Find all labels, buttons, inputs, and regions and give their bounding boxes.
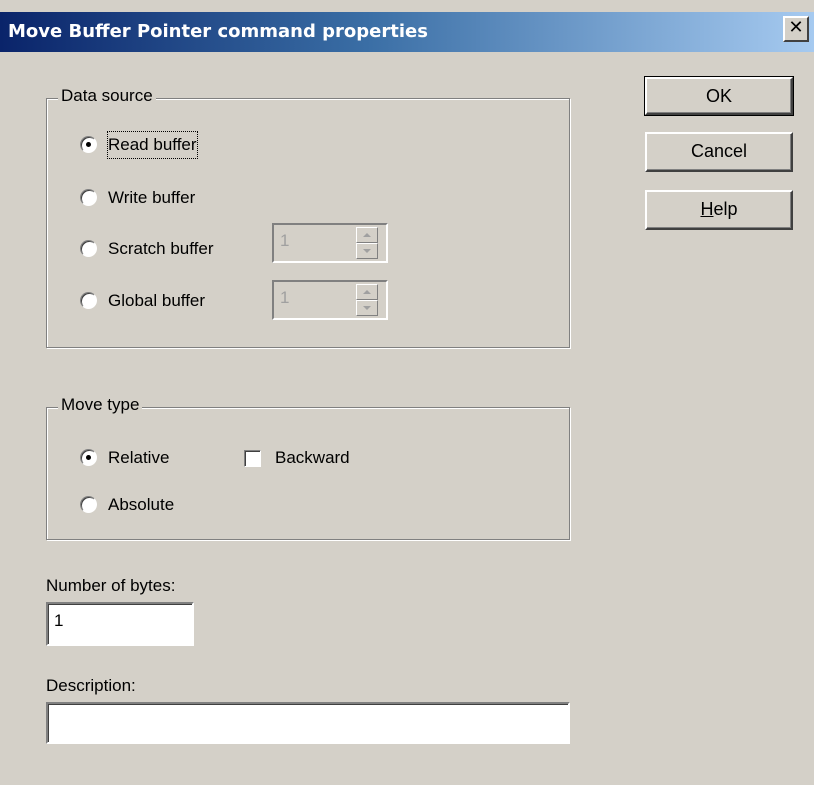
description-label: Description:: [46, 676, 136, 695]
scratch-buffer-value: 1: [280, 231, 290, 250]
scratch-buffer-spinbox[interactable]: 1: [272, 223, 388, 263]
help-button[interactable]: Help: [645, 190, 793, 230]
help-label-rest: elp: [713, 199, 738, 219]
close-button[interactable]: ✕: [783, 16, 809, 42]
radio-absolute-label: Absolute: [108, 495, 175, 514]
radio-write-buffer-label: Write buffer: [108, 188, 196, 207]
window-title: Move Buffer Pointer command properties: [8, 21, 428, 42]
radio-relative-label: Relative: [108, 448, 170, 467]
radio-read-buffer-label: Read buffer: [107, 131, 198, 159]
radio-global-buffer-button[interactable]: [80, 292, 97, 309]
radio-relative-button[interactable]: [80, 449, 97, 466]
data-source-label: Data source: [58, 86, 156, 106]
global-buffer-value: 1: [280, 288, 290, 307]
spin-up-icon[interactable]: [356, 227, 378, 243]
close-icon: ✕: [788, 17, 804, 38]
spin-down-icon[interactable]: [356, 243, 378, 259]
move-type-label: Move type: [58, 395, 143, 415]
backward-label: Backward: [275, 448, 350, 467]
radio-scratch-buffer-label: Scratch buffer: [108, 239, 214, 258]
move-type-group: [46, 407, 570, 540]
backward-checkbox[interactable]: [244, 450, 261, 467]
number-of-bytes-label: Number of bytes:: [46, 576, 176, 595]
cancel-button[interactable]: Cancel: [645, 132, 793, 172]
title-bar[interactable]: Move Buffer Pointer command properties ✕: [0, 12, 814, 52]
properties-dialog: Move Buffer Pointer command properties ✕…: [0, 0, 814, 785]
spin-down-icon[interactable]: [356, 300, 378, 316]
number-of-bytes-field[interactable]: 1: [46, 602, 194, 646]
spin-up-icon[interactable]: [356, 284, 378, 300]
radio-write-buffer-button[interactable]: [80, 189, 97, 206]
radio-global-buffer-label: Global buffer: [108, 291, 206, 310]
radio-absolute-button[interactable]: [80, 496, 97, 513]
description-field[interactable]: [46, 702, 570, 744]
radio-selected-icon: [86, 142, 91, 147]
radio-read-buffer-button[interactable]: [80, 136, 97, 153]
global-buffer-spinbox[interactable]: 1: [272, 280, 388, 320]
number-of-bytes-value: 1: [54, 611, 64, 630]
radio-scratch-buffer-button[interactable]: [80, 240, 97, 257]
ok-button[interactable]: OK: [644, 76, 794, 116]
radio-selected-icon: [86, 455, 91, 460]
